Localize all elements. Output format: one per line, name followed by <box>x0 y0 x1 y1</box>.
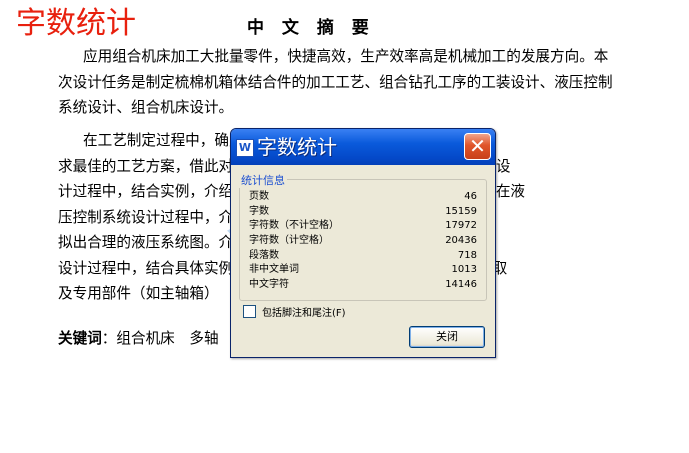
stat-row: 字符数（计空格） 20436 <box>249 235 477 247</box>
include-footnotes-label: 包括脚注和尾注(F) <box>262 308 346 319</box>
stat-value: 20436 <box>445 235 477 247</box>
close-icon[interactable]: ✕ <box>464 133 491 160</box>
include-footnotes-option[interactable]: 包括脚注和尾注(F) <box>243 304 346 319</box>
statistics-group-label: 统计信息 <box>239 172 287 188</box>
stat-label: 非中文单词 <box>249 264 299 276</box>
stat-label: 字数 <box>249 205 269 217</box>
stat-value: 1013 <box>451 264 477 276</box>
stat-row: 非中文单词 1013 <box>249 264 477 276</box>
dialog-titlebar[interactable]: W 字数统计 ✕ <box>231 129 495 165</box>
stat-row: 页数 46 <box>249 191 477 203</box>
close-button[interactable]: 关闭 <box>409 326 485 348</box>
stat-label: 页数 <box>249 191 269 202</box>
document-heading: 字数统计 <box>16 6 136 41</box>
stat-label: 中文字符 <box>249 279 289 291</box>
abstract-paragraph-1: 应用组合机床加工大批量零件，快捷高效，生产效率高是机械加工的发展方向。本 次设计… <box>58 44 668 121</box>
keywords-text: ：组合机床 多轴 <box>101 330 219 347</box>
keywords-line: 关键词：组合机床 多轴 <box>58 328 219 350</box>
keywords-label: 关键词 <box>58 330 102 347</box>
dialog-title: 字数统计 <box>257 135 337 159</box>
word-count-dialog: W 字数统计 ✕ 统计信息 页数 46 字数 15159 字符数（不计空格） 17972 字… <box>230 128 496 358</box>
stat-label: 字符数（计空格） <box>249 235 329 247</box>
stat-row: 中文字符 14146 <box>249 279 477 291</box>
stat-value: 17972 <box>445 220 477 232</box>
stat-label: 字符数（不计空格） <box>249 220 339 232</box>
stat-value: 46 <box>464 191 477 202</box>
stat-value: 14146 <box>445 279 477 291</box>
stat-row: 字数 15159 <box>249 206 477 218</box>
abstract-title: 中 文 摘 要 <box>247 18 375 38</box>
paragraph-line: 次设计任务是制定梳棉机箱体结合件的加工工艺、组合钻孔工序的工装设计、液压控制 <box>58 73 613 91</box>
include-footnotes-checkbox[interactable] <box>243 305 256 318</box>
stat-label: 段落数 <box>249 249 279 261</box>
stat-row: 字符数（不计空格） 17972 <box>249 220 477 232</box>
stat-row: 段落数 718 <box>249 250 477 262</box>
word-app-icon: W <box>236 139 254 157</box>
paragraph-line: 系统设计、组合机床设计。 <box>58 99 234 116</box>
stat-value: 718 <box>457 249 477 261</box>
stat-value: 15159 <box>445 205 477 217</box>
statistics-list: 页数 46 字数 15159 字符数（不计空格） 17972 字符数（计空格） 20436 段落… <box>249 191 477 294</box>
paragraph-line: 应用组合机床加工大批量零件，快捷高效，生产效率高是机械加工的发展方向。本 <box>83 48 609 65</box>
